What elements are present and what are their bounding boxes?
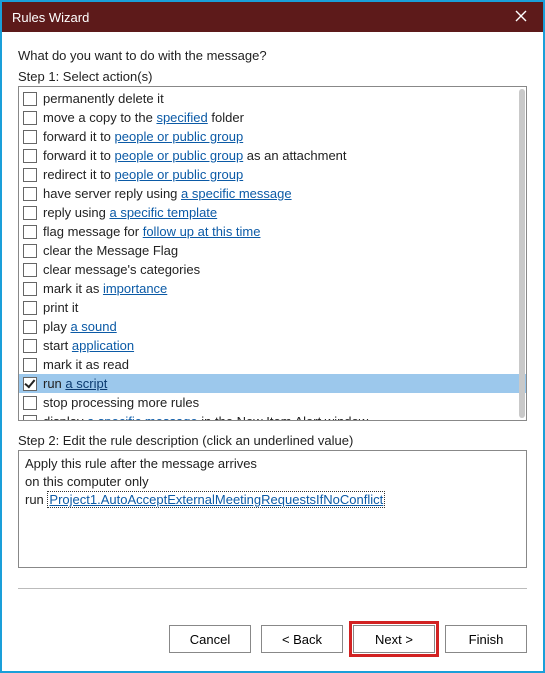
action-row[interactable]: forward it to people or public group as … — [19, 146, 526, 165]
action-checkbox[interactable] — [23, 168, 37, 182]
action-link[interactable]: people or public group — [115, 129, 244, 144]
action-checkbox[interactable] — [23, 358, 37, 372]
action-row[interactable]: clear the Message Flag — [19, 241, 526, 260]
desc-line-3: run Project1.AutoAcceptExternalMeetingRe… — [25, 491, 520, 509]
action-link[interactable]: a specific message — [181, 186, 292, 201]
action-link[interactable]: a sound — [70, 319, 116, 334]
action-checkbox[interactable] — [23, 206, 37, 220]
action-checkbox[interactable] — [23, 377, 37, 391]
action-row[interactable]: mark it as read — [19, 355, 526, 374]
action-row[interactable]: print it — [19, 298, 526, 317]
action-checkbox[interactable] — [23, 320, 37, 334]
rule-description-box: Apply this rule after the message arrive… — [18, 450, 527, 568]
desc-line-1: Apply this rule after the message arrive… — [25, 455, 520, 473]
action-row[interactable]: reply using a specific template — [19, 203, 526, 222]
titlebar: Rules Wizard — [2, 2, 543, 32]
cancel-button[interactable]: Cancel — [169, 625, 251, 653]
separator — [18, 588, 527, 589]
prompt-text: What do you want to do with the message? — [18, 48, 527, 63]
action-row[interactable]: permanently delete it — [19, 89, 526, 108]
action-row[interactable]: run a script — [19, 374, 526, 393]
action-checkbox[interactable] — [23, 244, 37, 258]
action-label: clear message's categories — [43, 262, 200, 277]
action-label: clear the Message Flag — [43, 243, 178, 258]
action-label: mark it as read — [43, 357, 129, 372]
action-checkbox[interactable] — [23, 111, 37, 125]
action-label: have server reply using a specific messa… — [43, 186, 292, 201]
action-checkbox[interactable] — [23, 282, 37, 296]
button-row: Cancel < Back Next > Finish — [2, 611, 543, 671]
action-label: move a copy to the specified folder — [43, 110, 244, 125]
action-checkbox[interactable] — [23, 187, 37, 201]
action-label: flag message for follow up at this time — [43, 224, 261, 239]
action-label: print it — [43, 300, 78, 315]
close-button[interactable] — [498, 2, 543, 32]
action-label: reply using a specific template — [43, 205, 217, 220]
action-row[interactable]: display a specific message in the New It… — [19, 412, 526, 421]
action-row[interactable]: move a copy to the specified folder — [19, 108, 526, 127]
step2-label: Step 2: Edit the rule description (click… — [18, 433, 527, 448]
finish-button[interactable]: Finish — [445, 625, 527, 653]
back-button[interactable]: < Back — [261, 625, 343, 653]
step1-label: Step 1: Select action(s) — [18, 69, 527, 84]
action-label: stop processing more rules — [43, 395, 199, 410]
close-icon — [515, 10, 527, 25]
action-row[interactable]: forward it to people or public group — [19, 127, 526, 146]
action-label: display a specific message in the New It… — [43, 414, 368, 421]
action-label: mark it as importance — [43, 281, 167, 296]
action-row[interactable]: mark it as importance — [19, 279, 526, 298]
action-row[interactable]: flag message for follow up at this time — [19, 222, 526, 241]
action-checkbox[interactable] — [23, 130, 37, 144]
action-checkbox[interactable] — [23, 263, 37, 277]
script-name-link[interactable]: Project1.AutoAcceptExternalMeetingReques… — [47, 491, 385, 508]
action-label: forward it to people or public group as … — [43, 148, 347, 163]
action-checkbox[interactable] — [23, 92, 37, 106]
action-label: play a sound — [43, 319, 117, 334]
action-link[interactable]: people or public group — [115, 148, 244, 163]
action-row[interactable]: have server reply using a specific messa… — [19, 184, 526, 203]
rules-wizard-dialog: Rules Wizard What do you want to do with… — [0, 0, 545, 673]
action-row[interactable]: clear message's categories — [19, 260, 526, 279]
action-link[interactable]: a script — [65, 376, 107, 391]
action-checkbox[interactable] — [23, 396, 37, 410]
dialog-content: What do you want to do with the message?… — [2, 32, 543, 611]
scrollbar[interactable] — [519, 89, 525, 418]
action-row[interactable]: play a sound — [19, 317, 526, 336]
action-list: permanently delete it move a copy to the … — [18, 86, 527, 421]
action-label: redirect it to people or public group — [43, 167, 243, 182]
action-label: start application — [43, 338, 134, 353]
action-link[interactable]: specified — [156, 110, 207, 125]
action-link[interactable]: follow up at this time — [143, 224, 261, 239]
desc-line-2: on this computer only — [25, 473, 520, 491]
action-link[interactable]: a specific message — [87, 414, 198, 421]
action-checkbox[interactable] — [23, 415, 37, 422]
action-link[interactable]: importance — [103, 281, 167, 296]
action-link[interactable]: a specific template — [109, 205, 217, 220]
action-label: run a script — [43, 376, 107, 391]
desc-line-3-prefix: run — [25, 492, 47, 507]
action-link[interactable]: people or public group — [115, 167, 244, 182]
next-button[interactable]: Next > — [353, 625, 435, 653]
action-link[interactable]: application — [72, 338, 134, 353]
action-checkbox[interactable] — [23, 339, 37, 353]
action-checkbox[interactable] — [23, 149, 37, 163]
action-checkbox[interactable] — [23, 225, 37, 239]
action-row[interactable]: redirect it to people or public group — [19, 165, 526, 184]
action-checkbox[interactable] — [23, 301, 37, 315]
action-label: forward it to people or public group — [43, 129, 243, 144]
action-label: permanently delete it — [43, 91, 164, 106]
window-title: Rules Wizard — [12, 10, 498, 25]
action-row[interactable]: stop processing more rules — [19, 393, 526, 412]
action-row[interactable]: start application — [19, 336, 526, 355]
